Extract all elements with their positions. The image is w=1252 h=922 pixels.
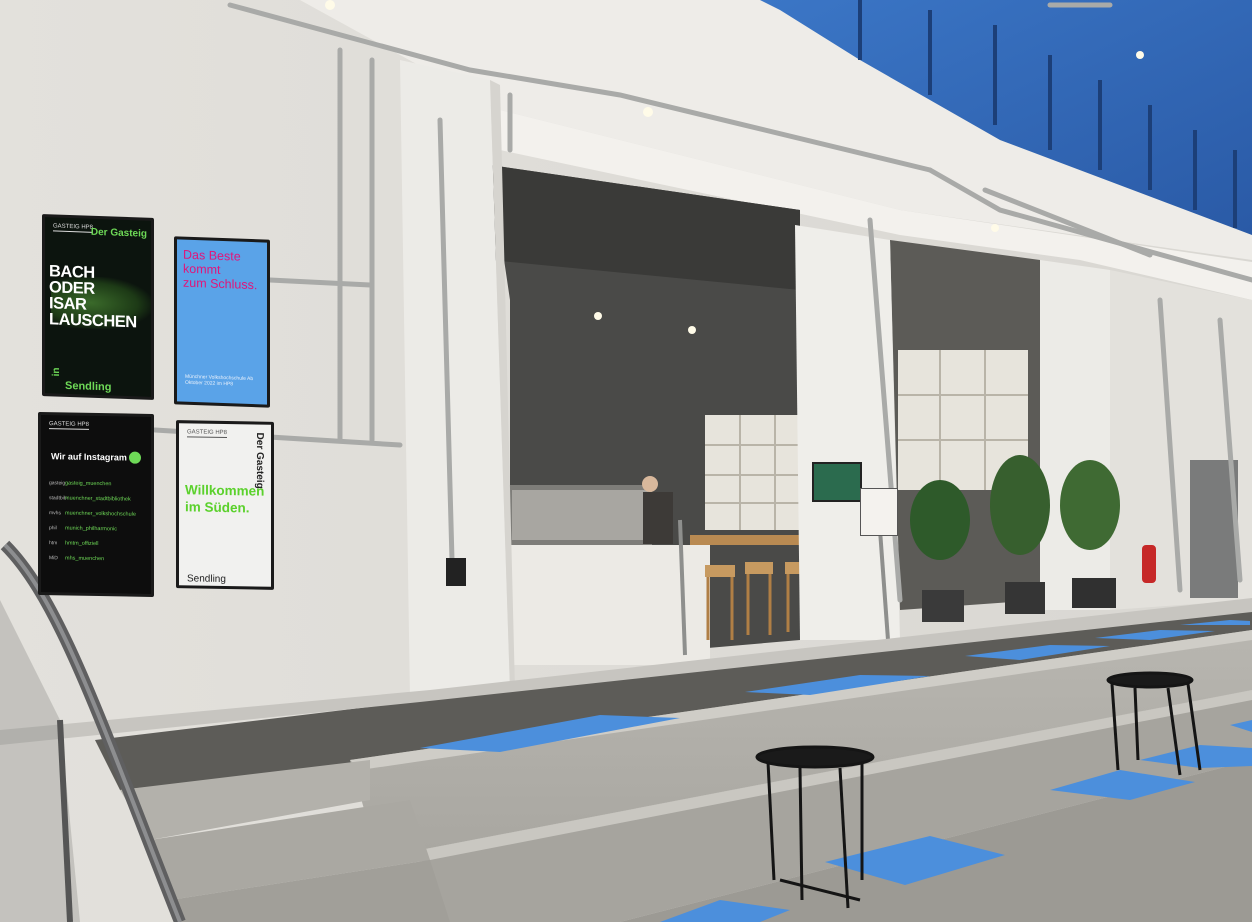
pillar-right (1040, 260, 1110, 610)
screen-willkommen: GASTEIG HP8 Der Gasteig Willkommen im Sü… (176, 420, 274, 590)
list-item: htm hmtm_offiziell (49, 539, 99, 547)
location-label: Sendling (65, 379, 112, 394)
list-item: mvhs muenchner_volkshochschule (49, 509, 136, 518)
small-print: Münchner Volkshochschule Ab Oktober 2022… (185, 373, 254, 388)
screen-title: Das Beste kommt zum Schluss. (183, 247, 258, 293)
screen-das-beste: Das Beste kommt zum Schluss. Münchner Vo… (174, 236, 270, 408)
list-item: stadtbib muenchner_stadtbibliothek (49, 494, 131, 503)
brand-label: Der Gasteig (90, 226, 147, 240)
shelf (705, 415, 810, 530)
handle-list: gasteig gasteig_muenchen stadtbib muenchne… (49, 475, 149, 567)
info-sign (860, 488, 898, 536)
gasteig-logo: GASTEIG HP8 (53, 223, 94, 233)
screen-title: Wir auf Instagram (51, 451, 127, 463)
gasteig-logo: GASTEIG HP8 (187, 429, 228, 439)
in-label: in (51, 367, 62, 377)
small-monitor (812, 462, 862, 502)
gasteig-logo: GASTEIG HP8 (49, 421, 90, 430)
location-label: Sendling (187, 573, 226, 586)
instagram-icon (129, 451, 141, 464)
person (643, 492, 673, 544)
fire-extinguisher (1142, 545, 1156, 583)
wall-box (446, 558, 466, 586)
screen-title: BACH ODER ISAR LAUSCHEN (49, 262, 137, 332)
list-item: phil munich_philharmonic (49, 524, 117, 532)
brand-label: Der Gasteig (254, 432, 265, 489)
screen-title: Willkommen im Süden. (185, 482, 265, 516)
list-item: gasteig gasteig_muenchen (49, 479, 112, 487)
list-item: MiD mhs_muenchen (49, 554, 105, 562)
screen-instagram: GASTEIG HP8 Wir auf Instagram gasteig gas… (38, 411, 154, 598)
screen-bach-oder-isar: GASTEIG HP8 Der Gasteig BACH ODER ISAR L… (42, 214, 154, 400)
